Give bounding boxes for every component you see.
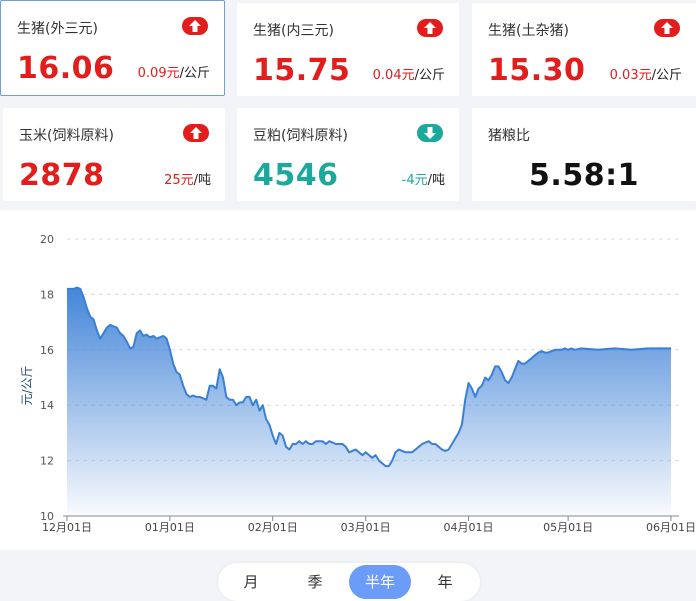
arrow-up-icon [182, 17, 208, 35]
card-change: 25元 [164, 173, 194, 188]
card-title: 玉米(饲料原料) [19, 128, 114, 144]
card-title: 豆粕(饲料原料) [253, 128, 348, 144]
card-value: 15.30 [488, 53, 586, 88]
price-card-pig-outer[interactable]: 生猪(外三元) 16.06 0.09元/公斤 [0, 0, 225, 96]
ratio-card-pig-grain[interactable]: 猪粮比 5.58:1 [472, 108, 696, 201]
card-value: 16.06 [17, 51, 115, 86]
price-card-corn[interactable]: 玉米(饲料原料) 2878 25元/吨 [3, 108, 225, 201]
price-line-chart: 10121416182012月01日 01月01日 02月01日 03月01日 04月0… [20, 233, 696, 534]
card-value: 15.75 [253, 53, 351, 88]
period-quarter[interactable]: 季 [284, 565, 346, 599]
y-tick-label: 14 [40, 399, 54, 412]
series-area-fill [67, 287, 671, 516]
period-selector[interactable]: 月 季 半年 年 [218, 563, 480, 601]
card-value: 2878 [19, 158, 105, 193]
y-tick-label: 18 [40, 288, 54, 301]
y-axis-title: 元/公斤 [20, 365, 34, 405]
x-tick-label: 04月01日 [444, 521, 494, 534]
price-card-pig-inner[interactable]: 生猪(内三元) 15.75 0.04元/公斤 [237, 3, 459, 96]
card-value: 5.58:1 [529, 158, 639, 193]
card-unit: /公斤 [179, 66, 210, 81]
card-title: 生猪(外三元) [17, 21, 98, 37]
card-change: 0.03元 [609, 68, 652, 83]
arrow-up-icon [417, 19, 443, 37]
card-change: 0.04元 [372, 68, 415, 83]
period-month[interactable]: 月 [220, 565, 282, 599]
card-title: 生猪(内三元) [253, 23, 334, 39]
arrow-down-icon [417, 124, 443, 142]
x-tick-label: 05月01日 [543, 521, 593, 534]
period-half-year[interactable]: 半年 [349, 565, 411, 599]
price-card-soymeal[interactable]: 豆粕(饲料原料) 4546 -4元/吨 [237, 108, 459, 201]
arrow-up-icon [183, 124, 209, 142]
price-chart-panel: 10 12 14 16 18 20 12月01日 01月01日 02月01日 03月01日 04月0… [0, 210, 696, 550]
price-card-pig-mixed[interactable]: 生猪(土杂猪) 15.30 0.03元/公斤 [472, 3, 696, 96]
card-title: 猪粮比 [488, 128, 530, 144]
y-tick-label: 20 [40, 233, 54, 246]
x-tick-label: 03月01日 [341, 521, 391, 534]
card-value: 4546 [253, 158, 339, 193]
arrow-up-icon [654, 19, 680, 37]
card-title: 生猪(土杂猪) [488, 23, 569, 39]
card-unit: /吨 [193, 173, 211, 188]
x-tick-label: 12月01日 [42, 521, 92, 534]
card-change: 0.09元 [137, 66, 180, 81]
y-tick-label: 12 [40, 455, 54, 468]
x-tick-label: 02月01日 [248, 521, 298, 534]
card-unit: /公斤 [651, 68, 682, 83]
card-change: -4元 [401, 173, 428, 188]
x-tick-label: 01月01日 [145, 521, 195, 534]
card-unit: /吨 [427, 173, 445, 188]
y-tick-label: 16 [40, 344, 54, 357]
card-unit: /公斤 [414, 68, 445, 83]
period-year[interactable]: 年 [414, 565, 476, 599]
x-tick-label: 06月01日 [646, 521, 696, 534]
